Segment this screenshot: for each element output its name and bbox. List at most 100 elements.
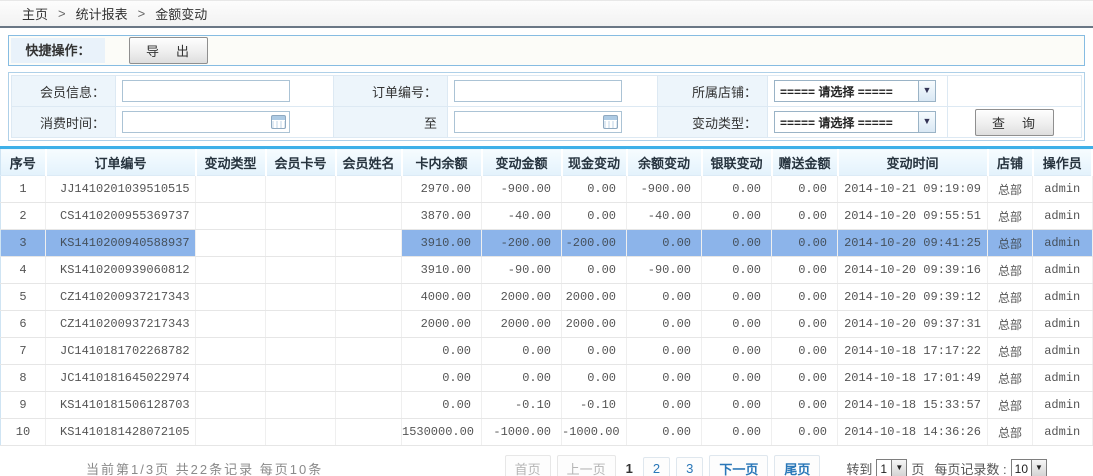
table-cell: 0.00 <box>402 392 482 419</box>
calendar-icon[interactable] <box>603 115 618 129</box>
consume-time-end-input[interactable] <box>454 111 622 133</box>
table-cell <box>266 338 336 365</box>
table-cell: admin <box>1033 176 1093 203</box>
breadcrumb-home[interactable]: 主页 <box>22 4 48 23</box>
last-page-button[interactable]: 尾页 <box>774 455 820 476</box>
next-page-button[interactable]: 下一页 <box>709 455 768 476</box>
table-cell: -40.00 <box>627 203 702 230</box>
table-row[interactable]: 3KS14102009405889373910.00-200.00-200.00… <box>1 230 1093 257</box>
table-cell <box>196 365 266 392</box>
table-cell: 2 <box>1 203 46 230</box>
table-row[interactable]: 7JC14101817022687820.000.000.000.000.000… <box>1 338 1093 365</box>
table-row[interactable]: 2CS14102009553697373870.00-40.000.00-40.… <box>1 203 1093 230</box>
breadcrumb-report[interactable]: 统计报表 <box>76 4 128 23</box>
table-cell: 0.00 <box>772 176 838 203</box>
table-cell: KS1410200940588937 <box>46 230 196 257</box>
table-row[interactable]: 10KS14101814280721051530000.00-1000.00-1… <box>1 419 1093 446</box>
breadcrumb: 主页 > 统计报表 > 金额变动 <box>0 0 1093 28</box>
table-cell: 5 <box>1 284 46 311</box>
table-cell: 0.00 <box>772 257 838 284</box>
table-cell: 0.00 <box>562 203 627 230</box>
table-cell: 2000.00 <box>562 284 627 311</box>
table-cell <box>266 203 336 230</box>
search-button[interactable]: 查 询 <box>975 109 1054 136</box>
table-cell: 0.00 <box>627 419 702 446</box>
shop-label: 所属店铺： <box>658 76 768 107</box>
table-cell: 0.00 <box>562 365 627 392</box>
table-cell: 0.00 <box>627 365 702 392</box>
column-header: 订单编号 <box>46 148 196 176</box>
table-cell <box>336 419 402 446</box>
member-info-input[interactable] <box>122 80 290 102</box>
table-cell: 0.00 <box>702 257 772 284</box>
consume-time-start-input[interactable] <box>122 111 290 133</box>
table-cell: 0.00 <box>702 365 772 392</box>
table-cell: 0.00 <box>772 230 838 257</box>
table-cell: -900.00 <box>627 176 702 203</box>
table-row[interactable]: 1JJ14102010395105152970.00-900.000.00-90… <box>1 176 1093 203</box>
page-size-select[interactable]: 10 ▼ <box>1011 459 1047 476</box>
table-row[interactable]: 9KS14101815061287030.00-0.10-0.100.000.0… <box>1 392 1093 419</box>
order-no-input[interactable] <box>454 80 622 102</box>
table-cell <box>196 419 266 446</box>
table-cell: admin <box>1033 284 1093 311</box>
table-cell: 3 <box>1 230 46 257</box>
page-number-button[interactable]: 2 <box>643 457 670 476</box>
prev-page-button[interactable]: 上一页 <box>557 455 616 476</box>
change-type-select[interactable]: ===== 请选择 ===== ▼ <box>774 111 936 133</box>
table-cell: 总部 <box>988 176 1033 203</box>
table-cell <box>196 338 266 365</box>
table-cell: 0.00 <box>702 230 772 257</box>
table-row[interactable]: 6CZ14102009372173432000.002000.002000.00… <box>1 311 1093 338</box>
table-cell: 0.00 <box>627 284 702 311</box>
table-cell: admin <box>1033 338 1093 365</box>
column-header: 现金变动 <box>562 148 627 176</box>
table-cell: 0.00 <box>772 365 838 392</box>
page-size-value: 10 <box>1012 462 1031 476</box>
table-cell: 0.00 <box>627 230 702 257</box>
chevron-down-icon: ▼ <box>891 460 906 476</box>
column-header: 序号 <box>1 148 46 176</box>
member-info-label: 会员信息： <box>12 76 116 107</box>
table-cell: 0.00 <box>562 338 627 365</box>
column-header: 店铺 <box>988 148 1033 176</box>
table-row[interactable]: 4KS14102009390608123910.00-90.000.00-90.… <box>1 257 1093 284</box>
table-cell: 2014-10-21 09:19:09 <box>838 176 988 203</box>
shop-select[interactable]: ===== 请选择 ===== ▼ <box>774 80 936 102</box>
chevron-down-icon: ▼ <box>918 81 935 101</box>
goto-page-select[interactable]: 1 ▼ <box>876 459 907 476</box>
table-cell: -200.00 <box>562 230 627 257</box>
table-cell: admin <box>1033 365 1093 392</box>
table-row[interactable]: 8JC14101816450229740.000.000.000.000.000… <box>1 365 1093 392</box>
table-cell: 0.00 <box>402 338 482 365</box>
change-type-label: 变动类型： <box>658 107 768 138</box>
table-cell: 0.00 <box>702 311 772 338</box>
export-button[interactable]: 导 出 <box>129 37 208 64</box>
table-cell <box>266 419 336 446</box>
table-cell: JJ1410201039510515 <box>46 176 196 203</box>
calendar-icon[interactable] <box>271 115 286 129</box>
table-cell: -90.00 <box>482 257 562 284</box>
table-cell: 总部 <box>988 365 1033 392</box>
table-cell: 总部 <box>988 311 1033 338</box>
table-cell: 2014-10-18 17:01:49 <box>838 365 988 392</box>
order-no-label: 订单编号： <box>334 76 448 107</box>
page-number-button[interactable]: 3 <box>676 457 703 476</box>
table-cell <box>266 311 336 338</box>
table-cell <box>336 338 402 365</box>
table-cell: 1 <box>1 176 46 203</box>
table-cell <box>196 176 266 203</box>
table-cell <box>196 203 266 230</box>
goto-controls: 转到 1 ▼ 页 每页记录数 : 10 ▼ <box>846 459 1047 476</box>
table-row[interactable]: 5CZ14102009372173434000.002000.002000.00… <box>1 284 1093 311</box>
table-cell: 2014-10-20 09:39:12 <box>838 284 988 311</box>
table-cell <box>336 284 402 311</box>
table-cell: JC1410181702268782 <box>46 338 196 365</box>
table-cell: 2014-10-20 09:55:51 <box>838 203 988 230</box>
table-cell: -200.00 <box>482 230 562 257</box>
table-cell: 4 <box>1 257 46 284</box>
table-cell: 0.00 <box>772 419 838 446</box>
column-header: 余额变动 <box>627 148 702 176</box>
table-cell: 3870.00 <box>402 203 482 230</box>
first-page-button[interactable]: 首页 <box>505 455 551 476</box>
